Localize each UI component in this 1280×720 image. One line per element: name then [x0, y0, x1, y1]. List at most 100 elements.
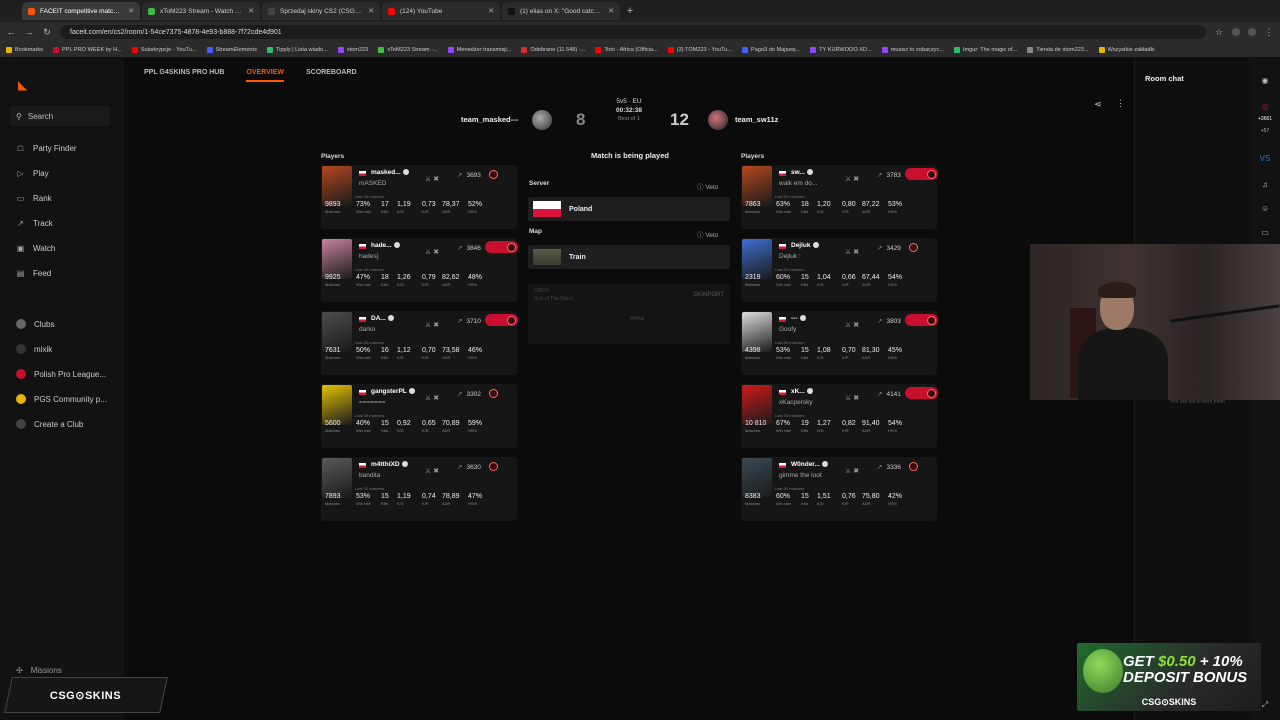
close-icon[interactable]: ✕ — [248, 7, 254, 15]
player-avatar[interactable] — [322, 458, 352, 498]
player-card[interactable]: W0nder... gimme the loot ⚔ ✖ ↗ 3336 Last … — [741, 457, 937, 521]
player-avatar[interactable] — [742, 458, 772, 498]
bookmark-item[interactable]: Menedżer transmisji... — [447, 46, 511, 53]
player-avatar[interactable] — [322, 239, 352, 279]
player-card[interactable]: sw... walk em do... ⚔ ✖ ↗ 3783 Last 30 ma… — [741, 165, 938, 229]
player-avatar[interactable] — [742, 385, 772, 425]
player-nickname[interactable]: --- — [791, 315, 806, 322]
club-item[interactable]: mixik — [16, 344, 52, 354]
player-nickname[interactable]: DA... — [371, 315, 394, 322]
bookmark-item[interactable]: Odebrane (11 548) -... — [521, 46, 585, 53]
hub-link[interactable]: PPL G4SKINS PRO HUB — [144, 69, 224, 76]
close-icon[interactable]: ✕ — [128, 7, 134, 15]
bookmark-item[interactable]: Bookmarks — [6, 46, 43, 53]
bookmark-item[interactable]: Wszystkie zakładki — [1098, 46, 1155, 53]
chat-icon[interactable]: ▭ — [1258, 228, 1272, 237]
map-veto[interactable]: ⓘ Veto — [697, 229, 718, 239]
bookmark-item[interactable]: (3) TOM223 - YouTu... — [667, 46, 732, 53]
player-nickname[interactable]: Dejluk — [791, 242, 819, 249]
player-card[interactable]: DA... darko ⚔ ✖ ↗ 3710 Last 30 matches 76… — [321, 311, 518, 375]
server-veto[interactable]: ⓘ Veto — [697, 181, 718, 191]
friends-icon[interactable]: ☺ — [1258, 204, 1272, 213]
star-icon[interactable]: ☆ — [1214, 27, 1224, 38]
player-avatar[interactable] — [742, 166, 772, 206]
nav-item-party-finder[interactable]: ☖ Party Finder — [16, 144, 77, 153]
url-input[interactable]: faceit.com/en/cs2/room/1-54ce7375-4878-4… — [60, 25, 1206, 39]
bookmark-item[interactable]: Toto - Africa (Officia... — [595, 46, 658, 53]
club-item[interactable]: Polish Pro League... — [16, 369, 106, 379]
player-nickname[interactable]: xK... — [791, 388, 813, 395]
bookmark-item[interactable]: musisz to zobaczyc... — [881, 46, 944, 53]
player-nickname[interactable]: sw... — [791, 169, 813, 176]
browser-tab[interactable]: Sprzedaj skiny CS2 (CSGO) | N ✕ — [262, 2, 380, 20]
player-card[interactable]: masked... mASKED ⚔ ✖ ↗ 3693 Last 30 match… — [321, 165, 517, 229]
faceit-logo-icon[interactable]: ◣ — [18, 78, 30, 92]
close-icon[interactable]: ✕ — [608, 7, 614, 15]
club-item[interactable]: PGS Community p... — [16, 394, 107, 404]
more-icon[interactable]: ⋮ — [1116, 98, 1125, 109]
player-nickname[interactable]: masked... — [371, 169, 409, 176]
versus-icon[interactable]: VS — [1258, 154, 1272, 163]
search-input[interactable]: ⚲ Search — [10, 106, 110, 126]
profile-icon[interactable] — [1248, 28, 1256, 36]
tab-favicon-icon — [388, 7, 395, 15]
player-avatar[interactable] — [322, 166, 352, 206]
missions-link[interactable]: ✣ Missions — [16, 666, 62, 675]
new-tab-icon[interactable]: + — [622, 5, 638, 17]
bookmark-item[interactable]: Subskrypcje - YouTu... — [131, 46, 197, 53]
nav-item-rank[interactable]: ▭ Rank — [16, 194, 52, 203]
sponsor-banner[interactable]: CSG⊙SKINS — [4, 677, 168, 713]
tab-scoreboard[interactable]: SCOREBOARD — [306, 69, 357, 76]
bookmark-item[interactable]: PPL PRO WEEK by H... — [52, 46, 122, 53]
player-avatar[interactable] — [322, 385, 352, 425]
close-icon[interactable]: ✕ — [368, 7, 374, 15]
player-nickname[interactable]: hade... — [371, 242, 400, 249]
player-avatar[interactable] — [742, 312, 772, 352]
bookmark-item[interactable]: Imgur: The magic of... — [953, 46, 1017, 53]
user-avatar[interactable]: ◉ — [1258, 76, 1272, 85]
tab-overview[interactable]: OVERVIEW — [246, 69, 284, 82]
rank-icon: ▭ — [16, 194, 25, 203]
bookmark-item[interactable]: xtom223 — [337, 46, 368, 53]
back-icon[interactable]: ← — [6, 27, 16, 37]
menu-icon[interactable]: ⋮ — [1264, 27, 1274, 38]
nav-item-feed[interactable]: ▤ Feed — [16, 269, 52, 278]
browser-tab[interactable]: FACEIT competitive match - FA ✕ — [22, 2, 140, 20]
forward-icon[interactable]: → — [24, 27, 34, 37]
bookmark-item[interactable]: Tienda de xtom223... — [1027, 46, 1089, 53]
nav-item-play[interactable]: ▷ Play — [16, 169, 48, 178]
player-avatar[interactable] — [742, 239, 772, 279]
player-nickname[interactable]: W0nder... — [791, 461, 828, 468]
player-card[interactable]: m4tthiXD bandita ⚔ ✖ ↗ 3630 Last 30 match… — [321, 457, 517, 521]
browser-tab[interactable]: xToM223 Stream - Watch Live o ✕ — [142, 2, 260, 20]
browser-tab[interactable]: (124) YouTube ✕ — [382, 2, 500, 20]
team2-name[interactable]: team_sw11z — [735, 115, 778, 124]
player-card[interactable]: gangsterPL ======= ⚔ ✖ ↗ 3302 Last 30 mat… — [321, 384, 517, 448]
stat-cell: 15 Kills — [801, 347, 809, 360]
browser-tab[interactable]: (1) elias on X: "Good catch @e ✕ — [502, 2, 620, 20]
player-card[interactable]: hade... hades] ⚔ ✖ ↗ 3846 Last 30 matches… — [321, 238, 518, 302]
club-item[interactable]: Create a Club — [16, 419, 83, 429]
player-nickname[interactable]: m4tthiXD — [371, 461, 408, 468]
close-icon[interactable]: ✕ — [488, 7, 494, 15]
gun-of-match-ad[interactable]: DMVIX Gun of The Match SKINPORT MAAA — [528, 284, 730, 344]
extension-icon[interactable] — [1232, 28, 1240, 36]
player-nickname[interactable]: gangsterPL — [371, 388, 415, 395]
team1-name[interactable]: team_masked--- — [461, 115, 518, 124]
share-icon[interactable]: ⋖ — [1094, 99, 1102, 110]
deposit-bonus-ad[interactable]: GET $0.50 + 10% DEPOSIT BONUS CSG⊙SKINS — [1077, 643, 1261, 711]
player-avatar[interactable] — [322, 312, 352, 352]
bookmark-item[interactable]: xToM223 Stream -... — [378, 46, 438, 53]
club-item[interactable]: Clubs — [16, 319, 54, 329]
bell-icon[interactable]: ♫ — [1258, 180, 1272, 189]
player-card[interactable]: xK... xKacpersky ⚔ ✖ ↗ 4141 Last 30 match… — [741, 384, 938, 448]
bookmark-item[interactable]: StreamElements — [206, 46, 257, 53]
player-card[interactable]: Dejluk Dejluk : ⚔ ✖ ↗ 3429 Last 30 matche… — [741, 238, 937, 302]
player-card[interactable]: --- Goofy ⚔ ✖ ↗ 3803 Last 30 matches 4398… — [741, 311, 938, 375]
bookmark-item[interactable]: TY KURWOOO XD... — [810, 46, 872, 53]
nav-item-track[interactable]: ↗ Track — [16, 219, 53, 228]
bookmark-item[interactable]: Pago3 do Majszej... — [741, 46, 800, 53]
reload-icon[interactable]: ↻ — [42, 27, 52, 38]
nav-item-watch[interactable]: ▣ Watch — [16, 244, 56, 253]
bookmark-item[interactable]: Tipply | Lista wiado... — [266, 46, 328, 53]
